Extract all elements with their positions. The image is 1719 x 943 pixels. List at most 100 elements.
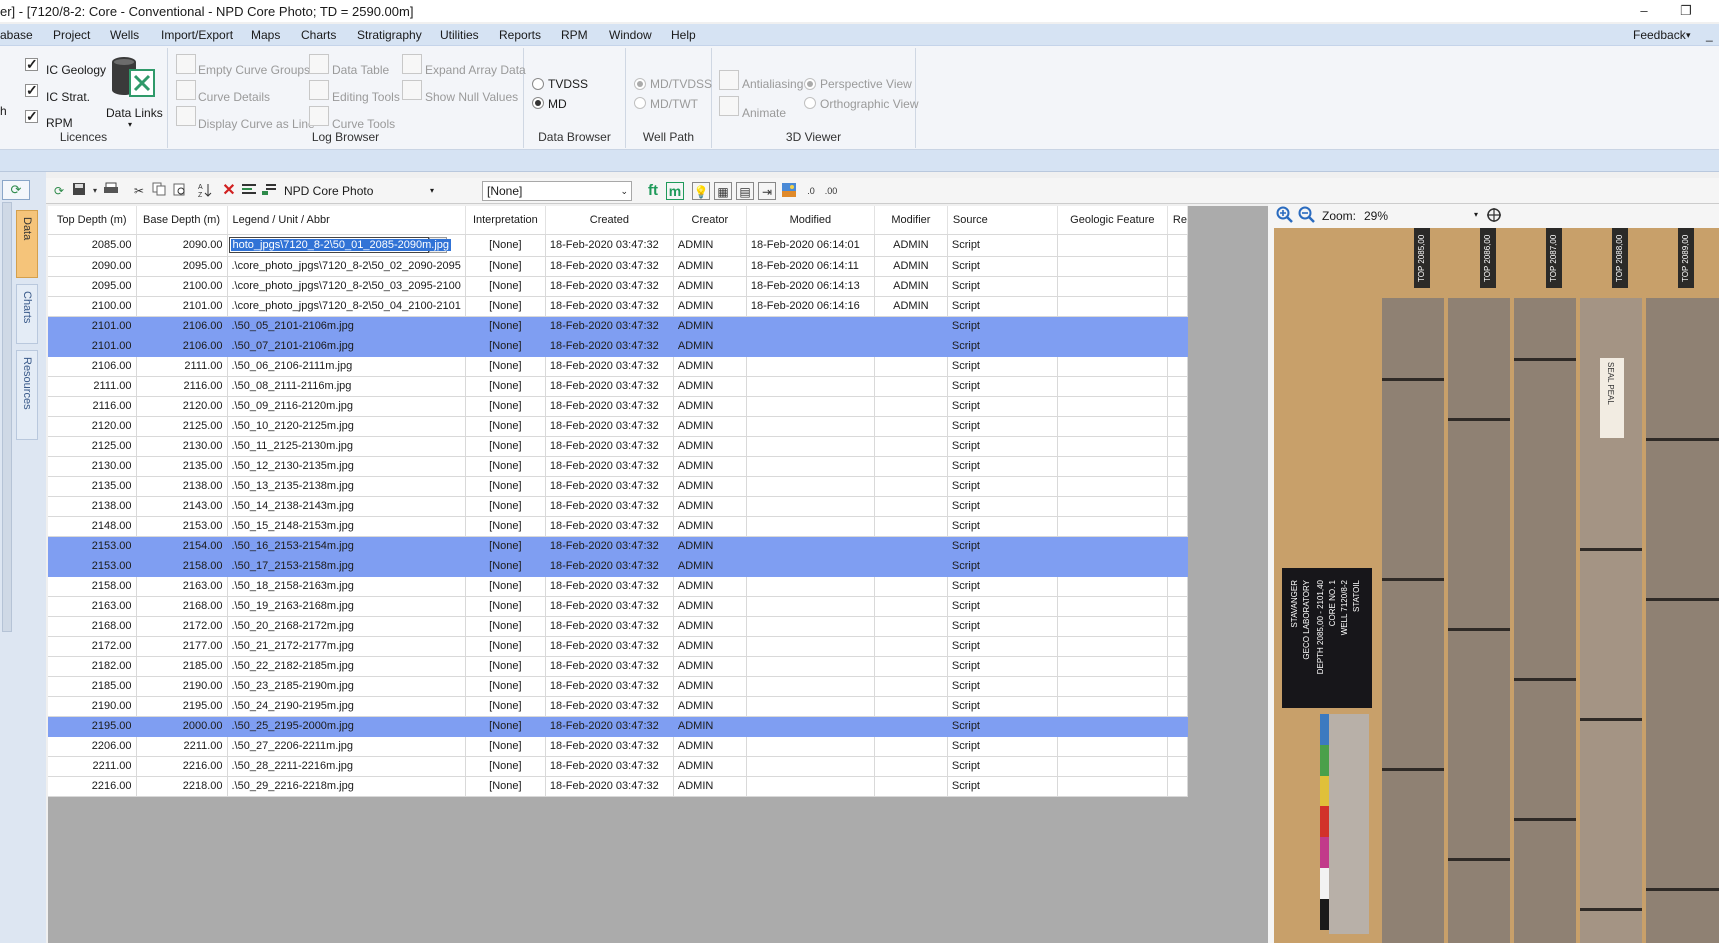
menu-reports[interactable]: Reports (499, 28, 541, 42)
perspective-view-radio[interactable] (804, 78, 816, 90)
cell-interpretation[interactable]: [None] (465, 656, 546, 677)
cell-top-depth[interactable]: 2100.00 (48, 296, 137, 317)
cell-source[interactable]: Script (947, 356, 1058, 377)
cell-geologic-feature[interactable] (1057, 416, 1168, 437)
cell-base-depth[interactable]: 2120.00 (136, 396, 228, 417)
cell-geologic-feature[interactable] (1057, 496, 1168, 517)
cell-modified[interactable] (746, 556, 875, 577)
cell-creator[interactable]: ADMIN (673, 296, 747, 317)
cell-modified[interactable] (746, 776, 875, 797)
cell-re[interactable] (1167, 356, 1188, 377)
cell-top-depth[interactable]: 2153.00 (48, 536, 137, 557)
cell-base-depth[interactable]: 2177.00 (136, 636, 228, 657)
cell-legend[interactable]: .\50_10_2120-2125m.jpg (227, 416, 466, 437)
cell-interpretation[interactable]: [None] (465, 716, 546, 737)
cell-source[interactable]: Script (947, 436, 1058, 457)
cell-base-depth[interactable]: 2218.00 (136, 776, 228, 797)
col-top-depth[interactable]: Top Depth (m) (48, 206, 137, 235)
cell-top-depth[interactable]: 2130.00 (48, 456, 137, 477)
cell-interpretation[interactable]: [None] (465, 536, 546, 557)
cell-top-depth[interactable]: 2116.00 (48, 396, 137, 417)
indent-icon[interactable]: ⇥ (758, 182, 776, 200)
zoom-chevron-icon[interactable]: ▾ (1474, 210, 1478, 219)
cut-icon[interactable]: ✂ (130, 182, 148, 200)
cell-base-depth[interactable]: 2116.00 (136, 376, 228, 397)
cell-top-depth[interactable]: 2101.00 (48, 316, 137, 337)
cell-interpretation[interactable]: [None] (465, 234, 546, 257)
cell-creator[interactable]: ADMIN (673, 576, 747, 597)
cell-modified[interactable] (746, 456, 875, 477)
cell-interpretation[interactable]: [None] (465, 476, 546, 497)
table-row[interactable]: 2138.00 2143.00 .\50_14_2138-2143m.jpg [Non… (48, 496, 1188, 517)
cell-geologic-feature[interactable] (1057, 756, 1168, 777)
table-row[interactable]: 2190.00 2195.00 .\50_24_2190-2195m.jpg [Non… (48, 696, 1188, 717)
cell-interpretation[interactable]: [None] (465, 396, 546, 417)
cell-geologic-feature[interactable] (1057, 376, 1168, 397)
cell-legend[interactable]: .\50_25_2195-2000m.jpg (227, 716, 466, 737)
cell-interpretation[interactable]: [None] (465, 256, 546, 277)
cell-source[interactable]: Script (947, 316, 1058, 337)
cell-interpretation[interactable]: [None] (465, 416, 546, 437)
cell-source[interactable]: Script (947, 456, 1058, 477)
cell-source[interactable]: Script (947, 234, 1058, 257)
cell-geologic-feature[interactable] (1057, 736, 1168, 757)
collapse-ribbon-button[interactable]: _ (1706, 28, 1713, 42)
cell-modifier[interactable] (874, 776, 948, 797)
cell-legend[interactable]: .\50_27_2206-2211m.jpg (227, 736, 466, 757)
cell-modifier[interactable] (874, 716, 948, 737)
cell-re[interactable] (1167, 256, 1188, 277)
cell-re[interactable] (1167, 336, 1188, 357)
cell-creator[interactable]: ADMIN (673, 556, 747, 577)
cell-geologic-feature[interactable] (1057, 336, 1168, 357)
cell-top-depth[interactable]: 2211.00 (48, 756, 137, 777)
cell-geologic-feature[interactable] (1057, 356, 1168, 377)
insert-row-icon[interactable] (240, 182, 258, 200)
cell-created[interactable]: 18-Feb-2020 03:47:32 (545, 356, 674, 377)
table-row[interactable]: 2120.00 2125.00 .\50_10_2120-2125m.jpg [Non… (48, 416, 1188, 437)
menu-maps[interactable]: Maps (251, 28, 280, 42)
cell-geologic-feature[interactable] (1057, 456, 1168, 477)
image-icon[interactable] (780, 182, 798, 200)
cell-interpretation[interactable]: [None] (465, 436, 546, 457)
cell-re[interactable] (1167, 416, 1188, 437)
cell-creator[interactable]: ADMIN (673, 776, 747, 797)
cell-modifier[interactable] (874, 596, 948, 617)
col-creator[interactable]: Creator (673, 206, 747, 235)
cell-legend[interactable]: .\50_12_2130-2135m.jpg (227, 456, 466, 477)
cell-geologic-feature[interactable] (1057, 276, 1168, 297)
cell-modifier[interactable]: ADMIN (874, 234, 948, 257)
menu-charts[interactable]: Charts (301, 28, 336, 42)
cell-interpretation[interactable]: [None] (465, 336, 546, 357)
col-source[interactable]: Source (947, 206, 1058, 235)
animate-checkbox[interactable] (719, 96, 739, 116)
cell-modifier[interactable] (874, 676, 948, 697)
cell-modifier[interactable] (874, 336, 948, 357)
core-photo-image[interactable]: TOP 2085,00 TOP 2086,00 TOP 2087,00 TOP … (1274, 228, 1719, 943)
zoom-in-icon[interactable] (1276, 206, 1294, 224)
cell-re[interactable] (1167, 276, 1188, 297)
table-row[interactable]: 2085.00 2090.00 hoto_jpgs\7120_8-2\50_01_2… (48, 234, 1188, 257)
curve-selector[interactable]: NPD Core Photo (284, 184, 373, 198)
cell-modified[interactable]: 18-Feb-2020 06:14:13 (746, 276, 875, 297)
cell-top-depth[interactable]: 2111.00 (48, 376, 137, 397)
cell-geologic-feature[interactable] (1057, 656, 1168, 677)
table-row[interactable]: 2101.00 2106.00 .\50_07_2101-2106m.jpg [Non… (48, 336, 1188, 357)
left-scrollbar[interactable] (2, 202, 12, 632)
orthographic-view-radio[interactable] (804, 97, 816, 109)
cell-created[interactable]: 18-Feb-2020 03:47:32 (545, 416, 674, 437)
cell-re[interactable] (1167, 476, 1188, 497)
cell-creator[interactable]: ADMIN (673, 436, 747, 457)
cell-modifier[interactable] (874, 556, 948, 577)
table-row[interactable]: 2153.00 2154.00 .\50_16_2153-2154m.jpg [Non… (48, 536, 1188, 557)
cell-interpretation[interactable]: [None] (465, 736, 546, 757)
cell-geologic-feature[interactable] (1057, 436, 1168, 457)
md-twt-radio[interactable] (634, 97, 646, 109)
empty-curve-groups-checkbox[interactable] (176, 54, 196, 74)
cell-source[interactable]: Script (947, 276, 1058, 297)
cell-interpretation[interactable]: [None] (465, 616, 546, 637)
feedback-menu[interactable]: Feedback (1633, 28, 1686, 42)
cell-base-depth[interactable]: 2138.00 (136, 476, 228, 497)
cell-re[interactable] (1167, 436, 1188, 457)
cell-modifier[interactable] (874, 656, 948, 677)
cell-creator[interactable]: ADMIN (673, 456, 747, 477)
